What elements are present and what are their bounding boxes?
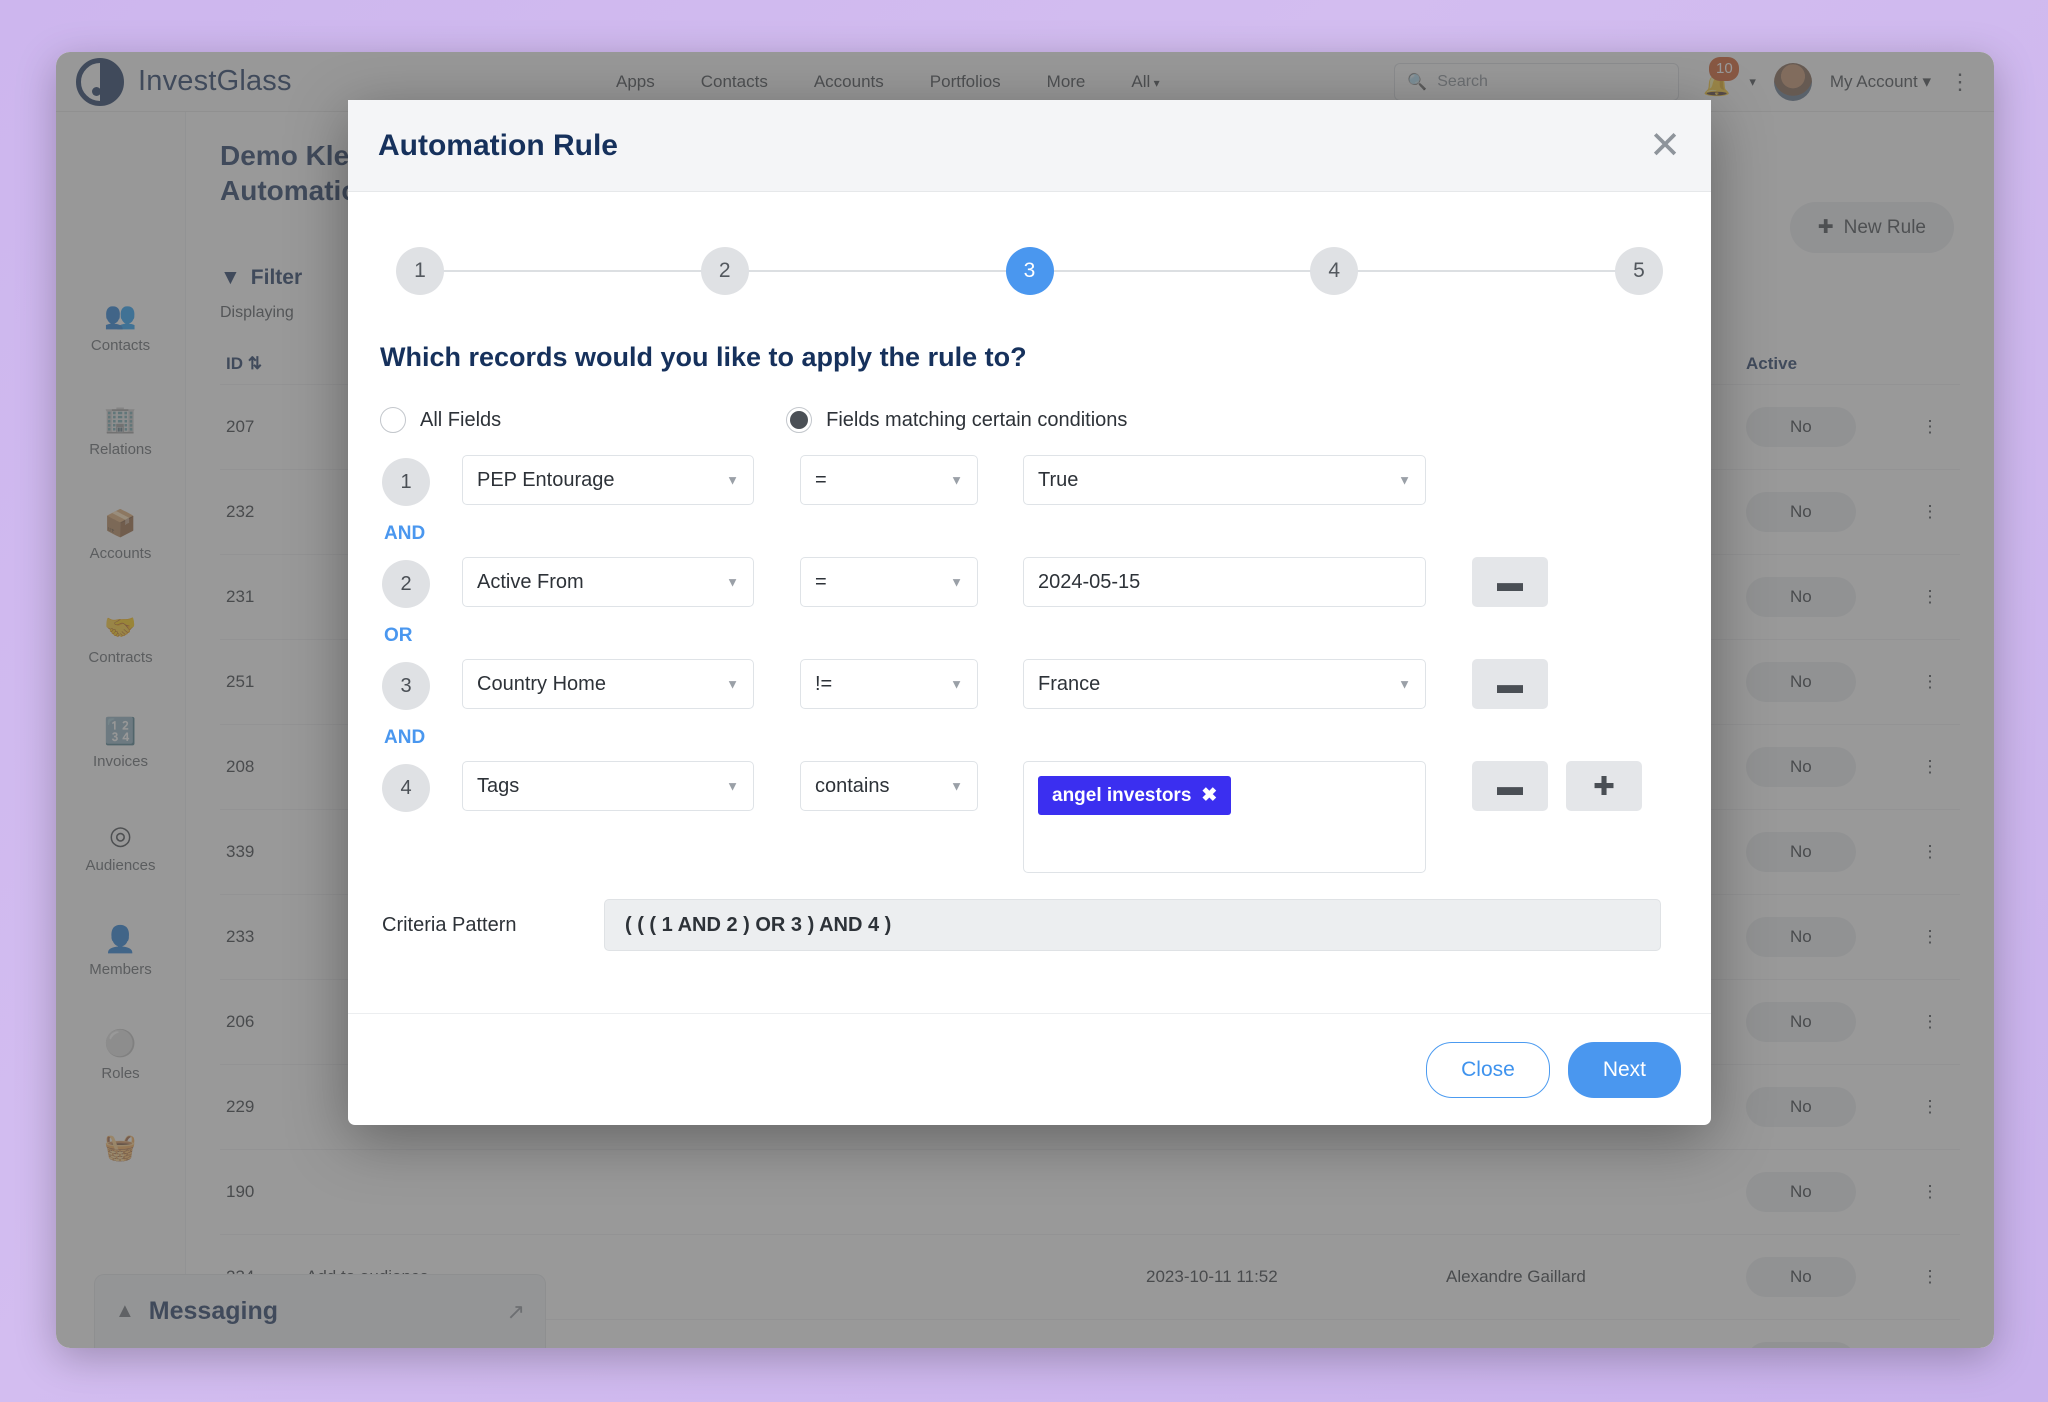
remove-condition-button-2[interactable]: ▬	[1472, 557, 1548, 607]
remove-condition-button-4[interactable]: ▬	[1472, 761, 1548, 811]
condition-field-text: Active From	[477, 570, 584, 593]
criteria-pattern-row: Criteria Pattern ( ( ( 1 AND 2 ) OR 3 ) …	[376, 899, 1683, 951]
condition-operator-select-2[interactable]: = ▼	[800, 557, 978, 607]
condition-field-text: Country Home	[477, 672, 606, 695]
condition-value-tags-4[interactable]: angel investors ✖	[1023, 761, 1426, 873]
condition-operator-select-4[interactable]: contains ▼	[800, 761, 978, 811]
chevron-down-icon: ▼	[726, 778, 739, 794]
step-question: Which records would you like to apply th…	[380, 342, 1027, 372]
condition-number: 3	[382, 662, 430, 710]
logic-connector-and[interactable]: AND	[384, 727, 1683, 749]
chevron-down-icon: ▼	[726, 574, 739, 590]
condition-operator-text: =	[815, 468, 827, 491]
condition-operator-select-3[interactable]: != ▼	[800, 659, 978, 709]
modal-header: Automation Rule ✕	[348, 100, 1711, 192]
close-button[interactable]: Close	[1426, 1041, 1550, 1098]
criteria-pattern-label: Criteria Pattern	[382, 913, 517, 936]
modal-footer: Close Next	[348, 1013, 1711, 1125]
logic-connector-or[interactable]: OR	[384, 625, 1683, 647]
scope-radio-group: All Fields Fields matching certain condi…	[380, 407, 1683, 433]
radio-label: All Fields	[420, 408, 502, 431]
condition-field-select-4[interactable]: Tags ▼	[462, 761, 754, 811]
condition-value-input-2[interactable]: 2024-05-15	[1023, 557, 1426, 607]
condition-number: 4	[382, 764, 430, 812]
condition-field-select-2[interactable]: Active From ▼	[462, 557, 754, 607]
modal-body: 1 2 3 4 5 Which records would you like to ap…	[348, 192, 1711, 1013]
radio-icon-selected	[786, 407, 813, 433]
condition-field-select-3[interactable]: Country Home ▼	[462, 659, 754, 709]
chevron-down-icon: ▼	[950, 778, 963, 794]
radio-matching-conditions[interactable]: Fields matching certain conditions	[786, 407, 1127, 433]
stepper-step-3[interactable]: 3	[1005, 247, 1054, 295]
condition-field-select-1[interactable]: PEP Entourage ▼	[462, 455, 754, 505]
modal-title: Automation Rule	[378, 128, 618, 162]
add-condition-button[interactable]: ✚	[1566, 761, 1642, 811]
chevron-down-icon: ▼	[950, 472, 963, 488]
chevron-down-icon: ▼	[726, 472, 739, 488]
criteria-pattern-input[interactable]: ( ( ( 1 AND 2 ) OR 3 ) AND 4 )	[604, 899, 1661, 951]
radio-label: Fields matching certain conditions	[826, 408, 1128, 431]
tag-remove-icon[interactable]: ✖	[1201, 784, 1217, 807]
condition-row-2: 2 Active From ▼ = ▼ 2024-05-15 ▬	[376, 557, 1683, 613]
chevron-down-icon: ▼	[950, 676, 963, 692]
condition-field-text: Tags	[477, 774, 520, 797]
close-icon[interactable]: ✕	[1649, 127, 1681, 165]
stepper-step-1[interactable]: 1	[396, 247, 444, 295]
chevron-down-icon: ▼	[950, 574, 963, 590]
condition-operator-select-1[interactable]: = ▼	[800, 455, 978, 505]
condition-number: 1	[382, 458, 430, 506]
wizard-stepper: 1 2 3 4 5	[386, 236, 1673, 306]
stepper-step-4[interactable]: 4	[1310, 247, 1359, 295]
conditions-list: 1 PEP Entourage ▼ = ▼ True ▼ AND 2 Active From ▼ = ▼…	[376, 455, 1683, 879]
condition-operator-text: =	[815, 570, 827, 593]
condition-value-text: France	[1038, 672, 1101, 695]
logic-connector-and[interactable]: AND	[384, 523, 1683, 545]
condition-value-select-3[interactable]: France ▼	[1023, 659, 1426, 709]
condition-operator-text: !=	[815, 672, 833, 695]
chevron-down-icon: ▼	[1398, 472, 1411, 488]
tag-chip-label: angel investors	[1052, 784, 1192, 806]
remove-condition-button-3[interactable]: ▬	[1472, 659, 1548, 709]
condition-operator-text: contains	[815, 774, 890, 797]
stepper-step-2[interactable]: 2	[700, 247, 749, 295]
chevron-down-icon: ▼	[1398, 676, 1411, 692]
condition-field-text: PEP Entourage	[477, 468, 615, 491]
radio-icon-unselected	[380, 407, 406, 433]
radio-all-fields[interactable]: All Fields	[380, 407, 501, 433]
tag-chip[interactable]: angel investors ✖	[1038, 776, 1232, 815]
stepper-step-5[interactable]: 5	[1615, 247, 1663, 295]
condition-row-3: 3 Country Home ▼ != ▼ France ▼ ▬	[376, 659, 1683, 715]
condition-value-text: True	[1038, 468, 1079, 491]
next-button[interactable]: Next	[1567, 1041, 1681, 1098]
condition-value-select-1[interactable]: True ▼	[1023, 455, 1426, 505]
condition-row-1: 1 PEP Entourage ▼ = ▼ True ▼	[376, 455, 1683, 511]
chevron-down-icon: ▼	[726, 676, 739, 692]
condition-row-4: 4 Tags ▼ contains ▼ angel investors ✖ ▬ ✚	[376, 761, 1683, 879]
condition-value-text: 2024-05-15	[1038, 570, 1141, 593]
automation-rule-modal: Automation Rule ✕ 1 2 3 4 5 Which records wo…	[348, 100, 1711, 1125]
condition-number: 2	[382, 560, 430, 608]
